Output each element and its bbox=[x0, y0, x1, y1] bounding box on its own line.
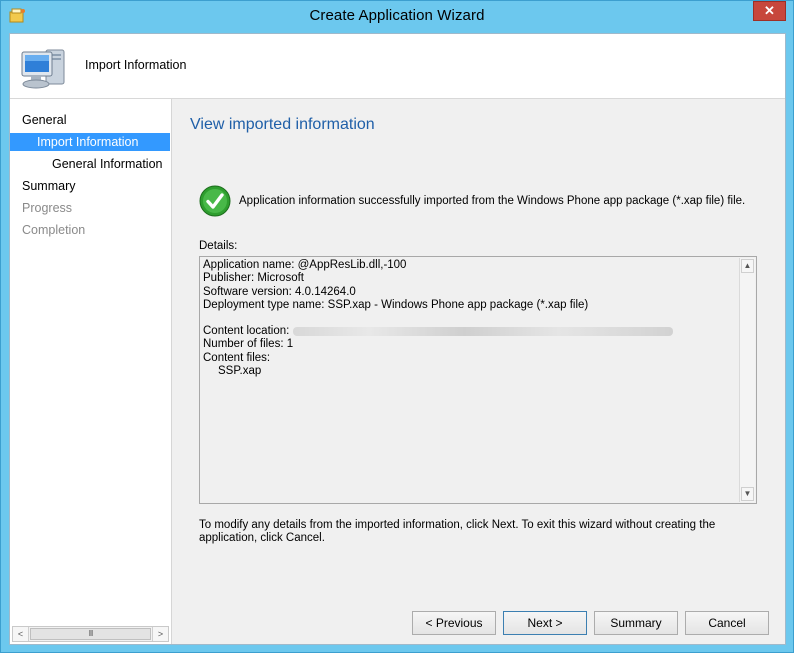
window-title: Create Application Wizard bbox=[309, 7, 485, 24]
previous-button[interactable]: < Previous bbox=[412, 611, 496, 635]
content-location-label: Content location: bbox=[203, 325, 290, 338]
next-button[interactable]: Next > bbox=[503, 611, 587, 635]
instruction-note: To modify any details from the imported … bbox=[199, 519, 716, 544]
nav-item-general[interactable]: General bbox=[22, 111, 66, 129]
detail-deployment-type: Deployment type name: SSP.xap - Windows … bbox=[203, 298, 589, 311]
wizard-nav: General Import Information General Infor… bbox=[10, 99, 172, 644]
nav-horizontal-scrollbar[interactable]: < III > bbox=[12, 626, 169, 642]
detail-publisher: Publisher: Microsoft bbox=[203, 272, 304, 285]
details-label: Details: bbox=[199, 240, 238, 252]
nav-item-summary[interactable]: Summary bbox=[22, 177, 75, 195]
scroll-down-arrow-icon[interactable]: ▼ bbox=[741, 487, 754, 501]
scroll-left-arrow-icon[interactable]: < bbox=[13, 627, 29, 641]
details-textbox[interactable]: Application name: @AppResLib.dll,-100 Pu… bbox=[199, 256, 757, 504]
computer-icon bbox=[18, 42, 72, 92]
detail-software-version: Software version: 4.0.14264.0 bbox=[203, 285, 356, 298]
scroll-right-arrow-icon[interactable]: > bbox=[152, 627, 168, 641]
title-bar[interactable]: Create Application Wizard ✕ bbox=[1, 1, 793, 32]
details-text: Application name: @AppResLib.dll,-100 Pu… bbox=[203, 259, 674, 378]
detail-content-file: SSP.xap bbox=[218, 365, 262, 378]
nav-item-completion: Completion bbox=[22, 223, 86, 237]
detail-number-of-files: Number of files: 1 bbox=[203, 338, 294, 351]
page-heading: View imported information bbox=[190, 116, 375, 133]
wizard-header: Import Information bbox=[10, 34, 785, 99]
success-message: Application information successfully imp… bbox=[239, 195, 746, 207]
nav-item-import-information[interactable]: Import Information bbox=[10, 133, 170, 151]
redacted-path bbox=[293, 326, 674, 336]
cancel-button[interactable]: Cancel bbox=[685, 611, 769, 635]
success-check-icon bbox=[199, 185, 231, 217]
details-vertical-scrollbar[interactable]: ▲ ▼ bbox=[739, 258, 755, 502]
scroll-up-arrow-icon[interactable]: ▲ bbox=[741, 259, 754, 273]
detail-content-files: Content files: bbox=[203, 351, 271, 364]
summary-button[interactable]: Summary bbox=[594, 611, 678, 635]
wizard-client-area: Import Information General Import Inform… bbox=[9, 33, 786, 645]
scroll-thumb[interactable]: III bbox=[30, 628, 151, 640]
close-button[interactable]: ✕ bbox=[753, 1, 786, 21]
detail-app-name: Application name: @AppResLib.dll,-100 bbox=[203, 259, 407, 271]
nav-item-progress: Progress bbox=[22, 201, 73, 215]
wizard-window: Create Application Wizard ✕ Import Infor… bbox=[0, 0, 794, 653]
nav-item-general-information[interactable]: General Information bbox=[52, 155, 162, 173]
header-title: Import Information bbox=[85, 58, 187, 72]
detail-content-location: Content location: bbox=[203, 325, 674, 338]
wizard-content: View imported information Application in… bbox=[172, 99, 785, 644]
